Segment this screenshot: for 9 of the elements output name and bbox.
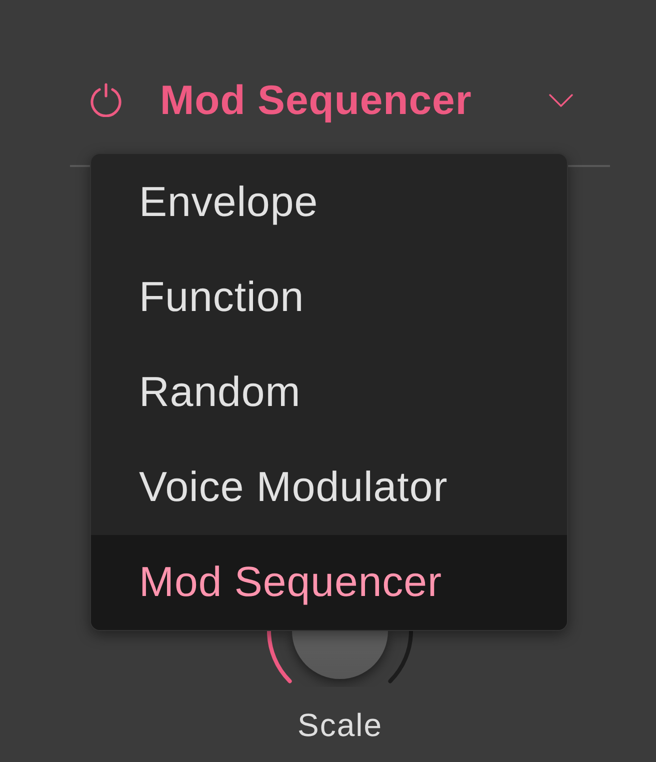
knob-label: Scale xyxy=(297,709,383,741)
menu-item[interactable]: Random xyxy=(91,344,567,440)
knob-handle[interactable] xyxy=(292,631,388,679)
chevron-down-icon[interactable] xyxy=(549,94,573,106)
menu-item[interactable]: Function xyxy=(91,249,567,344)
menu-item[interactable]: Mod Sequencer xyxy=(91,534,567,630)
menu-item[interactable]: Voice Modulator xyxy=(91,440,567,535)
power-icon[interactable] xyxy=(89,83,123,117)
menu-item[interactable]: Envelope xyxy=(91,154,567,250)
